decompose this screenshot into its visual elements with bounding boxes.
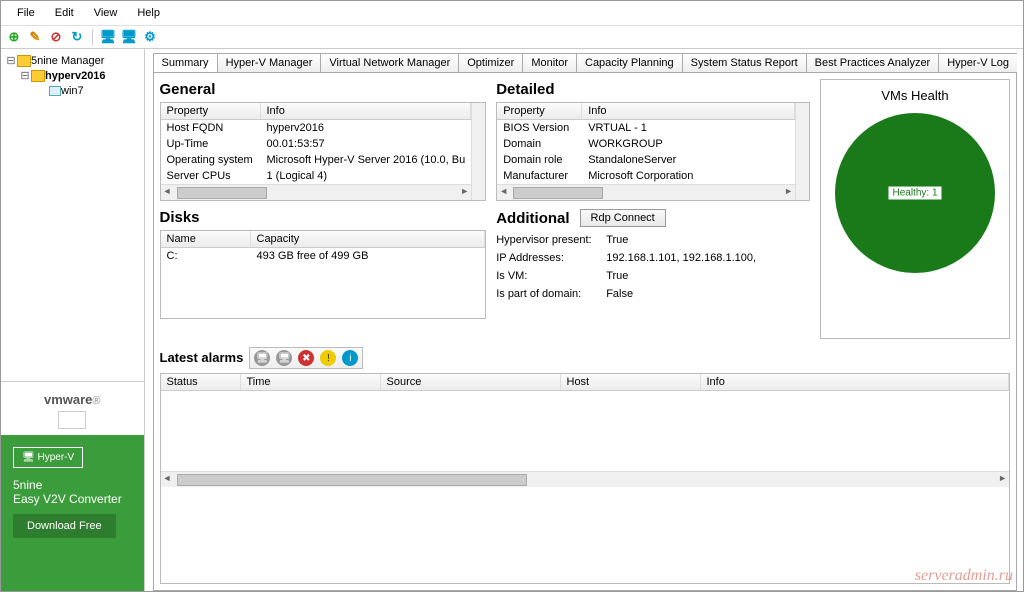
- tree-host-label: hyperv2016: [45, 70, 106, 82]
- server-icon: [31, 70, 45, 82]
- additional-row: Is VM:True: [496, 267, 810, 285]
- refresh-icon[interactable]: ↻: [68, 28, 86, 46]
- expand-icon[interactable]: ⊟: [5, 54, 17, 67]
- table-row[interactable]: DomainWORKGROUP: [497, 136, 795, 152]
- col-source[interactable]: Source: [381, 374, 561, 390]
- tab-bar: Summary Hyper-V Manager Virtual Network …: [153, 53, 1018, 72]
- col-time[interactable]: Time: [241, 374, 381, 390]
- additional-row: Hypervisor present:True: [496, 231, 810, 249]
- settings-icon[interactable]: ⚙: [141, 28, 159, 46]
- menu-help[interactable]: Help: [127, 3, 170, 23]
- filter-warning-icon[interactable]: !: [320, 350, 336, 366]
- rdp-connect-button[interactable]: Rdp Connect: [580, 209, 666, 227]
- tab-summary[interactable]: Summary: [153, 53, 218, 72]
- tab-best-practices[interactable]: Best Practices Analyzer: [806, 53, 940, 72]
- tree-host[interactable]: ⊟ hyperv2016: [5, 68, 140, 83]
- col-property[interactable]: Property: [497, 103, 582, 119]
- col-capacity[interactable]: Capacity: [251, 231, 486, 247]
- menu-edit[interactable]: Edit: [45, 3, 84, 23]
- table-row[interactable]: BIOS VersionVRTUAL - 1: [497, 120, 795, 136]
- h-scrollbar[interactable]: [497, 184, 795, 200]
- menu-view[interactable]: View: [84, 3, 128, 23]
- col-host[interactable]: Host: [561, 374, 701, 390]
- promo-line2: Easy V2V Converter: [13, 492, 132, 506]
- tab-status-report[interactable]: System Status Report: [682, 53, 807, 72]
- disks-title: Disks: [160, 209, 487, 226]
- disks-grid: Name Capacity C:493 GB free of 499 GB: [160, 230, 487, 319]
- content-area: Summary Hyper-V Manager Virtual Network …: [145, 49, 1024, 591]
- laptop-icon: [58, 411, 86, 429]
- additional-row: IP Addresses:192.168.1.101, 192.168.1.10…: [496, 249, 810, 267]
- general-title: General: [160, 81, 487, 98]
- tree-root[interactable]: ⊟ 5nine Manager: [5, 53, 140, 68]
- menu-file[interactable]: File: [7, 3, 45, 23]
- table-row[interactable]: Server CPUs1 (Logical 4): [161, 168, 472, 184]
- tab-monitor[interactable]: Monitor: [522, 53, 577, 72]
- filter-host-icon[interactable]: 🖥: [276, 350, 292, 366]
- sidebar: ⊟ 5nine Manager ⊟ hyperv2016 ⊟ win7 vmwa…: [1, 49, 145, 591]
- download-button[interactable]: Download Free: [13, 514, 116, 538]
- table-row[interactable]: Domain roleStandaloneServer: [497, 152, 795, 168]
- vms-health-panel: VMs Health Healthy: 1: [820, 79, 1010, 339]
- h-scrollbar[interactable]: [161, 184, 472, 200]
- tree-view: ⊟ 5nine Manager ⊟ hyperv2016 ⊟ win7: [1, 49, 144, 381]
- vm-icon[interactable]: 🖥: [120, 28, 138, 46]
- additional-row: Is part of domain:False: [496, 285, 810, 303]
- col-info[interactable]: Info: [701, 374, 1010, 390]
- h-scrollbar[interactable]: [161, 471, 1010, 487]
- toolbar: ⊕ ✎ ⊘ ↻ 🖥 🖥 ⚙: [1, 26, 1023, 49]
- v-scrollbar[interactable]: [471, 103, 485, 200]
- detailed-title: Detailed: [496, 81, 810, 98]
- tree-vm[interactable]: ⊟ win7: [5, 83, 140, 98]
- health-title: VMs Health: [829, 88, 1001, 103]
- delete-icon[interactable]: ⊘: [47, 28, 65, 46]
- col-property[interactable]: Property: [161, 103, 261, 119]
- tab-optimizer[interactable]: Optimizer: [458, 53, 523, 72]
- col-status[interactable]: Status: [161, 374, 241, 390]
- table-row[interactable]: Operating systemMicrosoft Hyper-V Server…: [161, 152, 472, 168]
- tab-capacity[interactable]: Capacity Planning: [576, 53, 683, 72]
- menu-bar: File Edit View Help: [1, 1, 1023, 26]
- health-pie-chart: Healthy: 1: [835, 113, 995, 273]
- hyperv-logo: 🖥 Hyper-V: [13, 447, 83, 468]
- tree-vm-label: win7: [61, 85, 84, 97]
- table-row[interactable]: Up-Time00.01:53:57: [161, 136, 472, 152]
- filter-all-icon[interactable]: 🖥: [254, 350, 270, 366]
- table-row[interactable]: Host FQDNhyperv2016: [161, 120, 472, 136]
- alarms-title: Latest alarms: [160, 350, 244, 365]
- alarm-filter-bar: 🖥 🖥 ✖ ! i: [249, 347, 363, 369]
- filter-error-icon[interactable]: ✖: [298, 350, 314, 366]
- col-info[interactable]: Info: [582, 103, 795, 119]
- col-info[interactable]: Info: [261, 103, 472, 119]
- filter-info-icon[interactable]: i: [342, 350, 358, 366]
- table-row[interactable]: ManufacturerMicrosoft Corporation: [497, 168, 795, 184]
- alarms-body: [161, 391, 1010, 471]
- detailed-grid: Property Info BIOS VersionVRTUAL - 1Doma…: [496, 102, 810, 201]
- table-row[interactable]: C:493 GB free of 499 GB: [161, 248, 486, 264]
- v-scrollbar[interactable]: [795, 103, 809, 200]
- tab-hyperv-manager[interactable]: Hyper-V Manager: [217, 53, 322, 72]
- manager-icon: [17, 55, 31, 67]
- col-name[interactable]: Name: [161, 231, 251, 247]
- add-icon[interactable]: ⊕: [5, 28, 23, 46]
- vm-icon: [49, 86, 61, 96]
- tree-root-label: 5nine Manager: [31, 55, 104, 67]
- health-label: Healthy: 1: [887, 186, 942, 201]
- tab-hyperv-logs[interactable]: Hyper-V Log: [938, 53, 1017, 72]
- host-icon[interactable]: 🖥: [99, 28, 117, 46]
- promo-line1: 5nine: [13, 478, 132, 492]
- alarms-grid: Status Time Source Host Info: [160, 373, 1011, 584]
- general-grid: Property Info Host FQDNhyperv2016Up-Time…: [160, 102, 487, 201]
- additional-title: Additional: [496, 210, 569, 227]
- expand-icon[interactable]: ⊟: [19, 69, 31, 82]
- promo-panel: vmware® 🖥 Hyper-V 5nine Easy V2V Convert…: [1, 381, 144, 591]
- edit-icon[interactable]: ✎: [26, 28, 44, 46]
- tab-virtual-network[interactable]: Virtual Network Manager: [320, 53, 459, 72]
- vmware-logo: vmware: [44, 392, 92, 407]
